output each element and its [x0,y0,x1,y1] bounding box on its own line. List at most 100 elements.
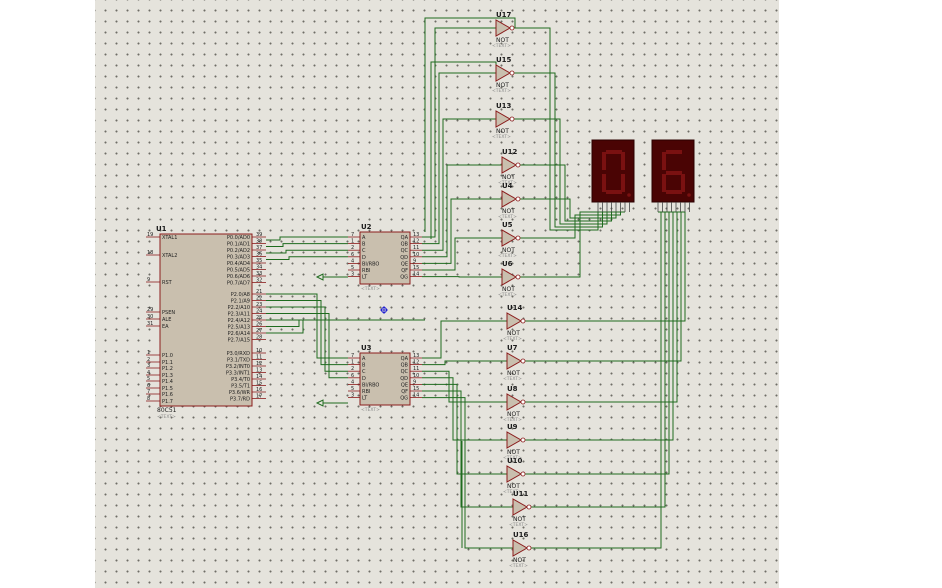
display-dot [627,193,631,197]
schematic-canvas[interactable]: U180C51<TEXT>XTAL119XTAL218RST9PSEN29ALE… [95,0,779,588]
u2-pin-label: QC [401,248,409,254]
u1-pin-label: P3.0/RXD [227,351,251,357]
u1-pin-number: 28 [256,335,262,341]
u1-pin-number: 10 [256,348,262,354]
u2-pin-number: 9 [413,258,416,264]
not-gate-type: NOT [502,247,515,254]
u1-pin-label: P0.6/AD6 [227,274,250,280]
not-gate-body [506,352,523,370]
not-gate[interactable]: U11 NOT<TEXT> [509,490,532,528]
u1-pin-number: 16 [256,387,262,393]
u1-pin-number: 9 [147,277,150,283]
u1-pin-number: 27 [256,328,262,334]
u1-pin-number: 24 [256,309,262,315]
not-gate-ref: U5 [502,221,513,229]
not-gate[interactable]: U13 NOT<TEXT> [492,102,515,140]
not-gate-type: NOT [502,286,515,293]
not-gate-text: <TEXT> [492,88,511,94]
u1-pin-label: P2.0/A8 [231,292,250,298]
not-gate-text: <TEXT> [509,563,528,569]
not-gate-body [512,539,529,557]
u1-pin-number: 30 [147,314,153,320]
u1-pin-number: 35 [256,258,262,264]
u1-pin-label: P0.0/AD0 [227,235,250,241]
not-gate[interactable]: U5 NOT<TEXT> [498,221,521,259]
u1-pin-label: XTAL1 [162,235,177,241]
display-segment [666,171,682,175]
u1-pin-number: 18 [147,250,153,256]
u3-pin-label: QD [400,376,408,382]
u3-pin-number: 9 [413,379,416,385]
u1-pin-label: P3.3/INT1 [226,371,250,377]
u1-pin-number: 23 [256,302,262,308]
u3-pin-number: 15 [413,386,419,392]
u3-pin-number: 7 [351,353,354,359]
u1-pin-label: P2.5/A13 [228,325,250,331]
u2-pin-label: QE [401,261,408,267]
u3-pin-label: QA [401,356,409,362]
not-gate[interactable]: U8NOT<TEXT> [503,385,526,423]
u1-pin-number: 37 [256,245,262,251]
not-gate-type: NOT [507,449,520,456]
u1-pin-number: 1 [147,350,150,356]
not-gate[interactable]: U7 NOT<TEXT> [503,344,526,382]
u1-pin-number: 38 [256,239,262,245]
not-gate-ref: U16 [513,531,529,539]
not-gate-body [501,156,518,174]
u2-pin-label: QD [400,255,408,261]
display-segment [662,152,666,170]
u2-chip[interactable]: U2<TEXT>A7B1C2D6BI/RBO4RBI5LT3QA 13QB 12QC… [348,223,422,292]
u2-pin-label: QF [401,268,408,274]
ground-marker [315,273,324,281]
not-gate[interactable]: U6 NOT<TEXT> [498,260,521,298]
not-gate-ref: U15 [496,56,512,64]
not-gate-type: NOT [507,483,520,490]
not-gate-text: <TEXT> [492,43,511,49]
u3-pin-number: 4 [351,379,354,385]
not-gate[interactable]: U12NOT<TEXT> [498,148,521,186]
not-gate-type: NOT [496,82,509,89]
u3-pin-label: QG [400,396,408,402]
display-dot [687,193,691,197]
u3-pin-number: 12 [413,360,419,366]
schematic-sheet[interactable]: U1 80C51 <TEXT> XTAL1 19 XTAL2 18 RST 9 PSEN 29 ALE… [95,0,779,588]
not-gate-text: <TEXT> [498,214,517,220]
u2-pin-label: B [362,242,366,248]
u1-pin-label: P3.1/TXD [227,358,250,364]
wire [422,164,502,258]
not-gate-body [501,190,518,208]
wire [430,61,497,239]
not-gate-bubble [520,437,526,443]
u2-pin-number: 2 [351,245,354,251]
not-gate[interactable]: U16 NOT<TEXT> [509,531,532,569]
u1-chip[interactable]: U180C51<TEXT>XTAL119XTAL218RST9PSEN29ALE… [146,225,266,420]
display-segment [621,152,625,170]
u3-pin-number: 14 [413,393,419,399]
wire [422,118,496,251]
not-gate-ref: U10 [507,457,523,465]
u2-pin-number: 10 [413,252,419,258]
not-gate[interactable]: U17 NOT<TEXT> [492,11,515,49]
not-gate-bubble [509,25,515,31]
not-gate-type: NOT [496,37,509,44]
u3-pin-label: C [362,369,366,375]
u1-pin-label: P2.6/A14 [228,331,250,337]
not-gate[interactable]: U15 NOT<TEXT> [492,56,515,94]
u1-pin-number: 36 [256,252,262,258]
display-segment [621,174,625,192]
not-gate[interactable]: U9NOT<TEXT> [503,423,526,461]
not-gate[interactable]: U14 NOT<TEXT> [503,304,526,342]
display-segment [602,152,606,170]
u3-pin-label: QB [401,363,409,369]
u3-chip[interactable]: U3<TEXT>A7B1C2D6BI/RBO4RBI5LT3QA 13QB 12QC… [348,344,422,413]
not-gate-bubble [515,196,521,202]
u1-pin-number: 19 [147,232,153,238]
not-gate-bubble [520,318,526,324]
u1-pin-label: P1.7 [162,399,173,405]
display-segment [666,190,682,194]
seven-segment-display[interactable] [651,139,695,212]
not-gate[interactable]: U4 NOT<TEXT> [498,182,521,220]
seven-segment-display[interactable] [591,139,635,212]
wire [422,320,507,359]
not-gate-ref: U6 [502,260,513,268]
